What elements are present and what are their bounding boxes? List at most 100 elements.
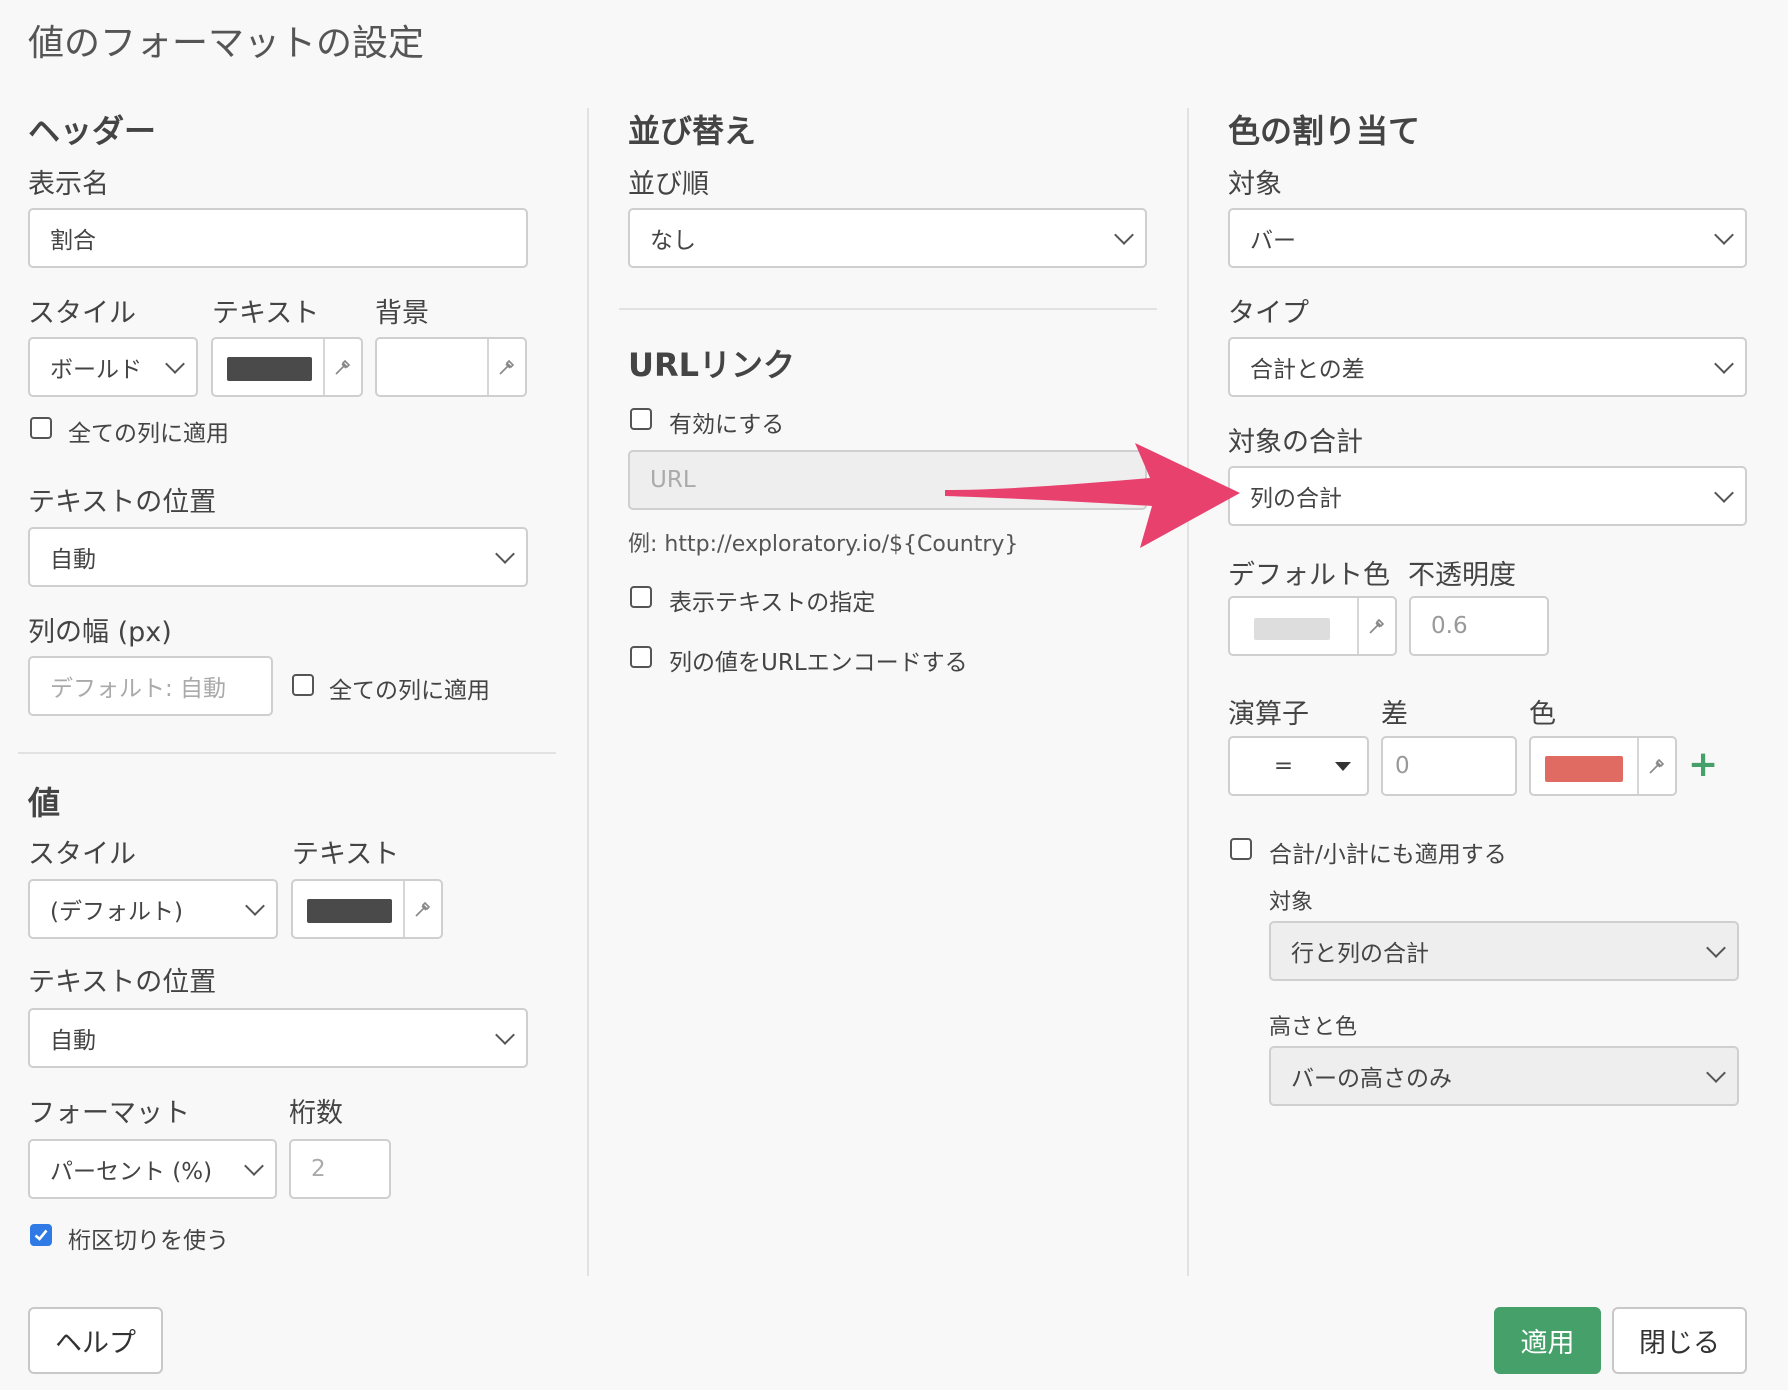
header-text-label: テキスト [212,298,320,329]
col-width-input[interactable]: デフォルト: 自動 [28,656,273,716]
opacity-label: 不透明度 [1408,560,1516,591]
value-text-color-picker[interactable] [291,879,443,939]
operator-value: = [1273,753,1294,779]
diff-placeholder: 0 [1395,753,1410,779]
format-value: パーセント (%) [50,1159,213,1185]
color-type-select[interactable]: 合計との差 [1228,337,1747,397]
default-color-swatch [1254,618,1330,640]
checkmark-icon [34,1229,48,1241]
target-total-value: 列の合計 [1250,486,1342,512]
sub-target-value: 行と列の合計 [1291,941,1429,967]
display-text-label: 表示テキストの指定 [669,590,876,616]
value-text-pos-select[interactable]: 自動 [28,1008,528,1068]
value-style-select[interactable]: (デフォルト) [28,879,278,939]
url-encode-checkbox[interactable] [630,646,652,668]
column-divider-2 [1187,108,1189,1276]
default-color-picker[interactable] [1228,596,1397,656]
annotation-arrow-icon [945,443,1240,548]
header-style-value: ボールド [50,357,142,383]
header-section-title: ヘッダー [28,112,157,150]
add-rule-icon[interactable]: + [1688,744,1718,785]
chevron-down-icon [495,544,515,564]
dialog-title: 値のフォーマットの設定 [28,23,425,64]
chevron-down-icon [1706,938,1726,958]
eyedropper-icon[interactable] [1357,598,1395,654]
col-width-placeholder: デフォルト: 自動 [50,676,227,702]
col-width-apply-all-checkbox[interactable] [292,674,314,696]
apply-subtotal-checkbox[interactable] [1230,838,1252,860]
close-button[interactable]: 閉じる [1612,1307,1747,1374]
header-apply-all-checkbox[interactable] [30,417,52,439]
separator-label: 桁区切りを使う [68,1228,229,1254]
apply-button[interactable]: 適用 [1494,1307,1601,1374]
height-color-select[interactable]: バーの高さのみ [1269,1046,1739,1106]
url-enable-label: 有効にする [669,412,785,438]
target-total-select[interactable]: 列の合計 [1228,466,1747,526]
eyedropper-icon[interactable] [1637,738,1675,794]
sub-target-select[interactable]: 行と列の合計 [1269,921,1739,981]
header-text-pos-select[interactable]: 自動 [28,527,528,587]
url-section-title: URLリンク [628,346,796,384]
section-divider [619,308,1157,310]
chevron-down-icon [1714,483,1734,503]
header-style-label: スタイル [28,298,136,329]
opacity-input[interactable]: 0.6 [1409,596,1549,656]
chevron-down-icon [165,354,185,374]
chevron-down-icon [1114,225,1134,245]
color-section-title: 色の割り当て [1228,112,1421,150]
col-width-apply-all-label: 全ての列に適用 [329,678,490,704]
header-style-select[interactable]: ボールド [28,337,198,397]
header-text-color-swatch [227,357,312,381]
display-name-label: 表示名 [28,169,109,200]
column-divider-1 [587,108,589,1276]
eyedropper-icon[interactable] [403,881,441,937]
separator-checkbox[interactable] [30,1224,52,1246]
chevron-down-icon [245,896,265,916]
header-text-pos-label: テキストの位置 [28,487,217,518]
header-apply-all-label: 全ての列に適用 [68,421,229,447]
sort-section-title: 並び替え [628,112,757,150]
chevron-down-icon [1714,225,1734,245]
url-placeholder: URL [650,467,696,493]
value-text-pos-label: テキストの位置 [28,967,217,998]
help-button[interactable]: ヘルプ [28,1307,163,1374]
value-style-label: スタイル [28,839,136,870]
color-target-label: 対象 [1228,169,1282,200]
header-bg-color-picker[interactable] [375,337,527,397]
diff-input[interactable]: 0 [1381,736,1517,796]
color-target-value: バー [1250,228,1296,254]
operator-select[interactable]: = [1228,736,1369,796]
format-select[interactable]: パーセント (%) [28,1139,277,1199]
height-color-value: バーの高さのみ [1291,1066,1452,1092]
height-color-label: 高さと色 [1269,1015,1358,1040]
value-text-label: テキスト [292,839,400,870]
rule-color-swatch [1545,756,1623,782]
display-text-checkbox[interactable] [630,586,652,608]
eyedropper-icon[interactable] [487,339,525,395]
eyedropper-icon[interactable] [323,339,361,395]
sort-order-select[interactable]: なし [628,208,1147,268]
digits-input[interactable]: 2 [289,1139,391,1199]
color-type-label: タイプ [1228,298,1309,329]
header-text-color-picker[interactable] [211,337,363,397]
chevron-down-icon [244,1156,264,1176]
display-name-input[interactable]: 割合 [28,208,528,268]
sub-target-label: 対象 [1269,890,1314,915]
value-section-title: 値 [28,784,61,822]
operator-label: 演算子 [1228,699,1309,730]
format-label: フォーマット [28,1098,190,1129]
col-width-label: 列の幅 (px) [28,617,172,648]
header-text-pos-value: 自動 [50,547,96,573]
rule-color-picker[interactable] [1529,736,1677,796]
digits-label: 桁数 [289,1098,343,1129]
chevron-down-icon [495,1025,515,1045]
url-enable-checkbox[interactable] [630,408,652,430]
apply-subtotal-label: 合計/小計にも適用する [1269,842,1507,868]
sort-order-value: なし [650,228,696,254]
rule-color-label: 色 [1529,699,1556,730]
diff-label: 差 [1381,699,1408,730]
color-target-select[interactable]: バー [1228,208,1747,268]
digits-value: 2 [311,1156,326,1182]
chevron-down-icon [1706,1063,1726,1083]
value-style-value: (デフォルト) [50,899,183,925]
